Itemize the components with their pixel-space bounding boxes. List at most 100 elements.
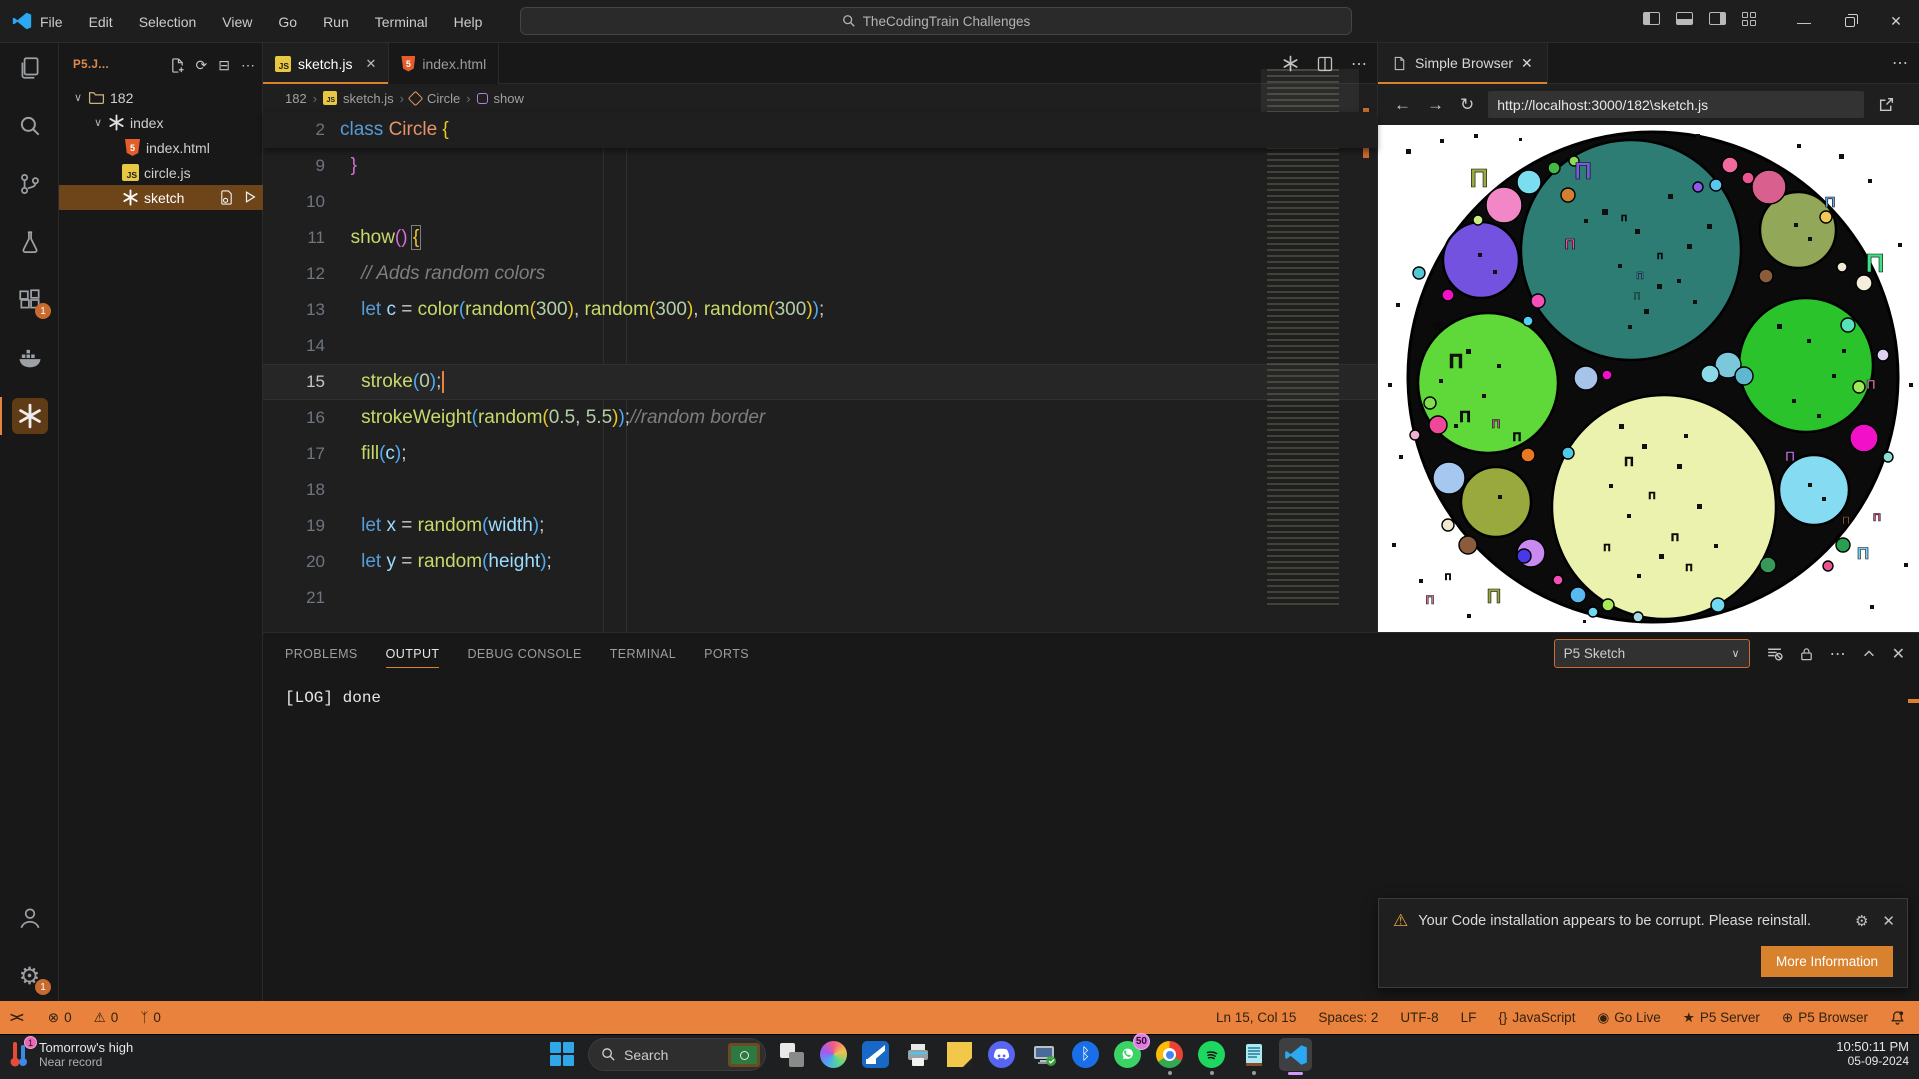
toggle-secondary-sidebar-icon[interactable] [1709, 12, 1726, 25]
copilot-icon[interactable] [817, 1038, 850, 1071]
test-flask-icon[interactable] [0, 217, 59, 267]
tree-item-sketch[interactable]: sketch [59, 185, 263, 210]
minimap[interactable] [1261, 69, 1359, 609]
code-editor[interactable]: 9 }1011 show() {12 // Adds random colors… [263, 148, 1377, 632]
breadcrumb-class[interactable]: Circle [427, 91, 460, 106]
menu-run[interactable]: Run [323, 14, 349, 30]
menu-terminal[interactable]: Terminal [375, 14, 428, 30]
taskbar-search[interactable]: Search [588, 1038, 766, 1071]
remote-indicator[interactable]: >< [10, 1010, 22, 1025]
code-line[interactable]: 14 [263, 328, 1377, 364]
panel-more-actions-icon[interactable]: ⋯ [1830, 644, 1846, 664]
code-line[interactable]: 13 let c = color(random(300), random(300… [263, 292, 1377, 328]
warnings-indicator[interactable]: ⚠0 [94, 1010, 119, 1026]
p5-sidebar-icon[interactable] [0, 391, 59, 441]
menu-view[interactable]: View [222, 14, 252, 30]
clear-output-icon[interactable] [1766, 645, 1783, 662]
close-tab-icon[interactable]: ✕ [365, 56, 376, 72]
weather-widget[interactable]: 1 Tomorrow's high Near record [8, 1039, 133, 1069]
browser-forward-icon[interactable]: → [1427, 95, 1444, 115]
p5-browser-button[interactable]: ⊕P5 Browser [1782, 1010, 1868, 1026]
breadcrumb-folder[interactable]: 182 [285, 91, 307, 106]
close-panel-icon[interactable]: ✕ [1892, 644, 1905, 664]
code-line[interactable]: 9 } [263, 148, 1377, 184]
tree-item-index[interactable]: ∨ index [59, 110, 263, 135]
docker-icon[interactable] [0, 333, 59, 383]
taskbar-clock[interactable]: 10:50:11 PM 05-09-2024 [1836, 1039, 1909, 1068]
breadcrumb-method[interactable]: show [494, 91, 524, 106]
go-live-button[interactable]: ◉Go Live [1597, 1010, 1660, 1026]
language-mode[interactable]: {}JavaScript [1498, 1010, 1575, 1025]
notification-close-icon[interactable]: ✕ [1882, 912, 1895, 930]
code-line[interactable]: 12 // Adds random colors [263, 256, 1377, 292]
mail-app-icon[interactable] [859, 1038, 892, 1071]
collapse-folders-icon[interactable]: ⊟ [218, 57, 230, 74]
notifications-bell-icon[interactable] [1890, 1010, 1905, 1025]
toggle-sidebar-icon[interactable] [1643, 12, 1660, 25]
open-external-icon[interactable] [1878, 96, 1895, 113]
lock-output-icon[interactable] [1799, 646, 1814, 662]
tab-index-html[interactable]: 5 index.html [389, 43, 499, 84]
code-line[interactable]: 20 let y = random(height); [263, 544, 1377, 580]
menu-file[interactable]: File [40, 14, 63, 30]
open-file-icon[interactable] [219, 190, 234, 205]
ports-indicator[interactable]: ᛉ0 [140, 1010, 161, 1025]
tab-simple-browser[interactable]: Simple Browser ✕ [1378, 43, 1548, 84]
code-line[interactable]: 19 let x = random(width); [263, 508, 1377, 544]
discord-icon[interactable] [985, 1038, 1018, 1071]
search-highlight-icon[interactable] [728, 1043, 760, 1067]
tab-problems[interactable]: PROBLEMS [285, 633, 358, 675]
task-view-icon[interactable] [775, 1038, 808, 1071]
chrome-icon[interactable] [1153, 1038, 1186, 1071]
code-line[interactable]: 21 [263, 580, 1377, 616]
menu-help[interactable]: Help [454, 14, 483, 30]
close-tab-icon[interactable]: ✕ [1521, 55, 1533, 72]
explorer-title[interactable]: P5.J... [73, 59, 109, 71]
explorer-more-actions-icon[interactable]: ⋯ [241, 57, 255, 74]
tree-item-182[interactable]: ∨ 182 [59, 85, 263, 110]
browser-more-actions-icon[interactable]: ⋯ [1892, 53, 1908, 73]
vscode-taskbar-icon[interactable] [1279, 1038, 1312, 1071]
toggle-panel-icon[interactable] [1676, 12, 1693, 25]
eol-sequence[interactable]: LF [1461, 1010, 1477, 1025]
code-line[interactable]: 10 [263, 184, 1377, 220]
menu-selection[interactable]: Selection [139, 14, 197, 30]
tab-ports[interactable]: PORTS [704, 633, 749, 675]
maximize-panel-icon[interactable] [1862, 647, 1876, 661]
tab-output[interactable]: OUTPUT [386, 633, 440, 675]
minimize-button[interactable]: — [1781, 0, 1827, 43]
search-sidebar-icon[interactable] [0, 101, 59, 151]
notepad-icon[interactable] [1237, 1038, 1270, 1071]
extensions-icon[interactable]: 1 [0, 275, 59, 325]
spotify-icon[interactable] [1195, 1038, 1228, 1071]
code-line[interactable]: 11 show() { [263, 220, 1377, 256]
code-line[interactable]: 17 fill(c); [263, 436, 1377, 472]
run-sketch-icon[interactable] [243, 190, 257, 204]
breadcrumb-file[interactable]: sketch.js [343, 91, 394, 106]
settings-gear-icon[interactable]: ⚙ 1 [0, 951, 59, 1001]
tree-item-circle-js[interactable]: JS circle.js [59, 160, 263, 185]
browser-reload-icon[interactable]: ↻ [1460, 95, 1474, 115]
code-line[interactable]: 16 strokeWeight(random(0.5, 5.5));//rand… [263, 400, 1377, 436]
new-file-icon[interactable] [170, 58, 185, 73]
errors-indicator[interactable]: ⊗0 [48, 1010, 72, 1026]
tree-item-index-html[interactable]: 5 index.html [59, 135, 263, 160]
refresh-icon[interactable]: ⟳ [196, 57, 208, 74]
code-line[interactable]: 15 stroke(0); [263, 364, 1377, 400]
tab-sketch-js[interactable]: JS sketch.js ✕ [263, 43, 389, 84]
printer-icon[interactable] [901, 1038, 934, 1071]
more-information-button[interactable]: More Information [1761, 946, 1893, 977]
accounts-icon[interactable] [0, 893, 59, 943]
tab-debug-console[interactable]: DEBUG CONSOLE [467, 633, 581, 675]
tab-terminal[interactable]: TERMINAL [610, 633, 676, 675]
sticky-scroll-line[interactable]: 2class Circle { [263, 112, 1377, 148]
close-window-button[interactable]: ✕ [1873, 0, 1919, 43]
p5-server-button[interactable]: ★P5 Server [1683, 1010, 1760, 1026]
code-line[interactable]: 18 [263, 472, 1377, 508]
notification-settings-icon[interactable]: ⚙ [1855, 912, 1868, 930]
restore-button[interactable] [1827, 0, 1873, 43]
customize-layout-icon[interactable] [1742, 12, 1757, 27]
url-input[interactable]: http://localhost:3000/182\sketch.js [1488, 91, 1864, 118]
start-button[interactable] [546, 1038, 579, 1071]
command-center-search[interactable]: TheCodingTrain Challenges [520, 7, 1352, 35]
